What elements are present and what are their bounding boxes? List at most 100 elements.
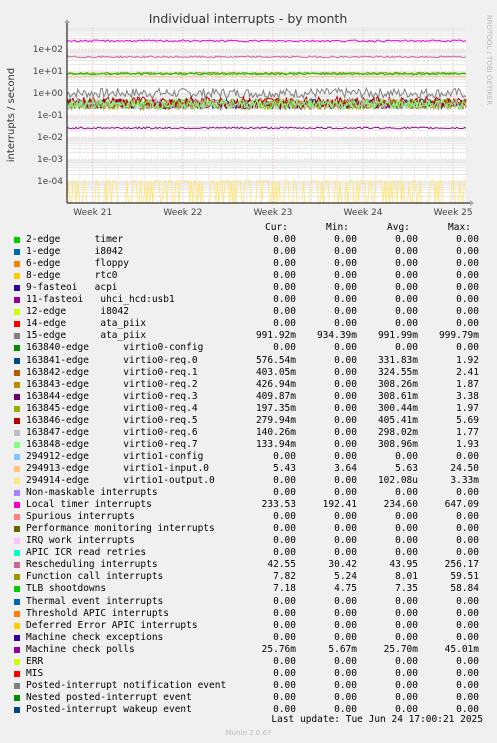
- legend-label: Local timer interrupts: [26, 499, 152, 511]
- legend-row: 163847-edge virtio0-req.6 140.26m 0.00 298.…: [0, 427, 497, 439]
- legend-value-cur: 0.00: [273, 318, 296, 330]
- legend-value-min: 0.00: [334, 378, 357, 390]
- legend-value-max: 5.69: [456, 414, 479, 426]
- legend-value-min: 0.00: [334, 679, 357, 691]
- legend-swatch: [14, 610, 20, 617]
- legend-label: Rescheduling interrupts: [26, 559, 158, 571]
- legend-value-max: 0.00: [456, 270, 479, 282]
- legend-value-max: 999.79m: [438, 330, 479, 342]
- legend-value-max: 1.87: [456, 378, 479, 390]
- legend-row: Machine check polls 25.76m 5.67m 25.70m 45.0…: [0, 644, 497, 656]
- legend-value-avg: 102.08u: [377, 475, 418, 486]
- legend-value-avg: 43.95: [389, 559, 418, 571]
- legend-swatch: [14, 526, 20, 533]
- legend-swatch: [14, 502, 20, 509]
- legend-value-min: 5.24: [334, 571, 357, 583]
- legend-row: Spurious interrupts 0.00 0.00 0.00 0.00: [0, 511, 497, 523]
- legend-swatch: [14, 478, 20, 484]
- legend-row: MIS 0.00 0.00 0.00 0.00: [0, 668, 497, 680]
- legend-row: 11-fasteoi uhci_hcd:usb1 0.00 0.00 0.00 0.00: [0, 294, 497, 306]
- legend-value-avg: 0.00: [395, 523, 418, 535]
- legend-value-avg: 0.00: [395, 282, 418, 294]
- legend-swatch: [14, 405, 20, 412]
- legend-value-min: 934.39m: [316, 330, 357, 342]
- legend-row: 163840-edge virtio0-config 0.00 0.00 0.00 0.…: [0, 342, 497, 354]
- legend-value-avg: 308.61m: [377, 390, 418, 402]
- legend-value-max: 0.00: [456, 619, 479, 631]
- legend-value-max: 0.00: [456, 679, 479, 691]
- legend-label: 11-fasteoi uhci_hcd:usb1: [26, 294, 175, 306]
- legend-value-min: 192.41: [322, 499, 357, 511]
- legend-row: Thermal event interrupts 0.00 0.00 0.00 0.00: [0, 596, 497, 608]
- legend-value-cur: 0.00: [273, 450, 296, 462]
- legend-value-min: 0.00: [334, 655, 357, 667]
- legend-value-avg: 0.00: [395, 294, 418, 306]
- legend-row: Non-maskable interrupts 0.00 0.00 0.00 0.00: [0, 487, 497, 499]
- legend-row: ERR 0.00 0.00 0.00 0.00: [0, 656, 497, 668]
- legend-value-max: 0.00: [456, 691, 479, 703]
- legend-value-min: 0.00: [334, 318, 357, 330]
- legend-value-cur: 140.26m: [255, 426, 296, 438]
- legend-value-avg: 405.41m: [377, 414, 418, 426]
- legend-swatch: [14, 249, 20, 256]
- legend-value-max: 1.93: [456, 438, 479, 450]
- legend-value-max: 0.00: [456, 342, 479, 354]
- legend-value-avg: 0.00: [395, 487, 418, 499]
- legend-value-max: 0.00: [456, 631, 479, 643]
- legend-value-cur: 0.00: [273, 619, 296, 631]
- legend-row: 12-edge i8042 0.00 0.00 0.00 0.00: [0, 306, 497, 318]
- legend-value-cur: 0.00: [273, 667, 296, 679]
- legend-value-min: 0.00: [334, 366, 357, 378]
- legend-label: Non-maskable interrupts: [26, 487, 158, 499]
- legend-value-cur: 0.00: [273, 691, 296, 703]
- legend-value-cur: 42.55: [267, 559, 296, 571]
- legend-row: IRQ work interrupts 0.00 0.00 0.00 0.00: [0, 535, 497, 547]
- legend-row: 163845-edge virtio0-req.4 197.35m 0.00 300.…: [0, 403, 497, 415]
- watermark: RRDTOOL / TOBI OETIKER: [485, 15, 493, 105]
- legend-row: 163842-edge virtio0-req.1 403.05m 0.00 324.…: [0, 367, 497, 379]
- legend-value-cur: 0.00: [273, 595, 296, 607]
- legend-row: Nested posted-interrupt event 0.00 0.00 0.0…: [0, 692, 497, 704]
- legend-value-cur: 576.54m: [255, 354, 296, 366]
- legend-value-min: 0.00: [334, 607, 357, 619]
- legend-value-avg: 0.00: [395, 234, 418, 245]
- legend-row: TLB shootdowns 7.18 4.75 7.35 58.84: [0, 583, 497, 595]
- legend-value-max: 0.00: [456, 511, 479, 523]
- legend-value-cur: 0.00: [273, 487, 296, 499]
- legend-row: 294912-edge virtio1-config 0.00 0.00 0.00 0.…: [0, 451, 497, 463]
- legend-row: Local timer interrupts 233.53 192.41 234.60…: [0, 499, 497, 511]
- legend-value-max: 0.00: [456, 487, 479, 499]
- legend-row: Posted-interrupt notification event 0.00 0…: [0, 680, 497, 692]
- y-axis-arrow: [64, 19, 70, 23]
- col-header-min: Min:: [326, 222, 349, 233]
- legend-swatch: [14, 381, 20, 388]
- legend-label: 163847-edge virtio0-req.6: [26, 426, 198, 438]
- legend-row: 294913-edge virtio1-input.0 5.43 3.64 5.63 2…: [0, 463, 497, 475]
- legend-value-cur: 0.00: [273, 511, 296, 523]
- legend-value-avg: 0.00: [395, 595, 418, 607]
- legend-label: Posted-interrupt notification event: [26, 679, 227, 691]
- legend-label: APIC ICR read retries: [26, 547, 147, 559]
- legend-value-max: 0.00: [456, 450, 479, 462]
- legend-row: 8-edge rtc0 0.00 0.00 0.00 0.00: [0, 270, 497, 282]
- legend-value-min: 0.00: [334, 438, 357, 450]
- legend-value-min: 0.00: [334, 619, 357, 631]
- legend-value-max: 1.92: [456, 354, 479, 366]
- legend-swatch: [14, 694, 20, 701]
- legend-row: Threshold APIC interrupts 0.00 0.00 0.00 0.0…: [0, 608, 497, 620]
- legend-value-avg: 991.99m: [377, 330, 418, 342]
- legend-swatch: [14, 333, 20, 340]
- legend-value-min: 0.00: [334, 306, 357, 318]
- legend-row: Performance monitoring interrupts 0.00 0.0…: [0, 523, 497, 535]
- legend-value-avg: 0.00: [395, 318, 418, 330]
- legend-value-avg: 0.00: [395, 619, 418, 631]
- legend-row: 2-edge timer 0.00 0.00 0.00 0.00: [0, 234, 497, 246]
- legend-label: Posted-interrupt wakeup event: [26, 703, 192, 715]
- legend-value-max: 0.00: [456, 246, 479, 258]
- legend-swatch: [14, 393, 20, 400]
- legend-label: 163842-edge virtio0-req.1: [26, 366, 198, 378]
- legend-value-max: 0.00: [456, 318, 479, 330]
- legend-label: 6-edge floppy: [26, 258, 129, 270]
- legend-label: TLB shootdowns: [26, 583, 107, 595]
- legend-value-avg: 0.00: [395, 607, 418, 619]
